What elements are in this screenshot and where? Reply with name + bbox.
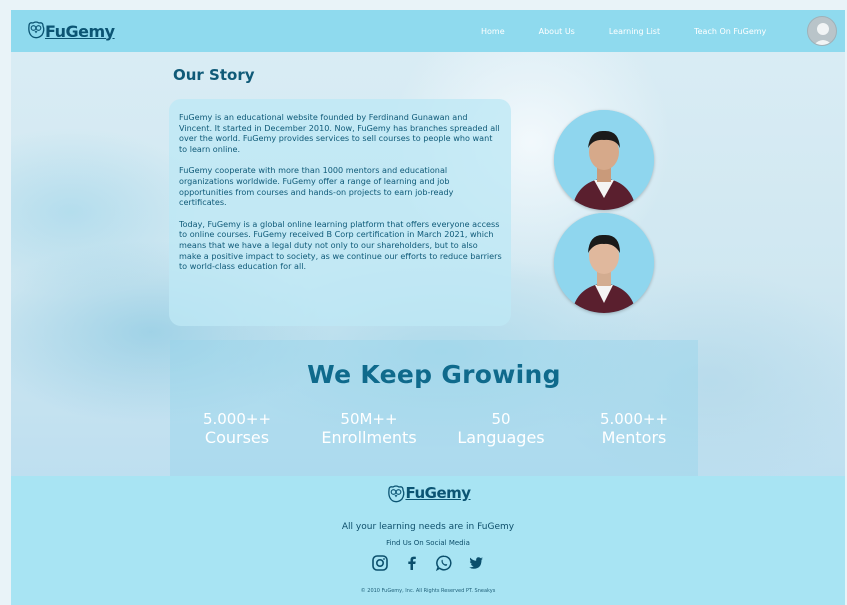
footer-tagline: All your learning needs are in FuGemy [341,522,515,532]
stat-value: 50M++ [340,410,398,428]
growing-title: We Keep Growing [307,360,561,389]
footer-social-heading: Find Us On Social Media [386,539,470,547]
owl-logo-icon [28,21,45,39]
navbar: FuGemy Home About Us Learning List Teach… [11,10,845,52]
founder-photo-2 [554,213,654,313]
facebook-icon[interactable] [403,554,421,572]
user-icon [813,23,833,45]
whatsapp-icon[interactable] [435,554,453,572]
stat-value: 5.000++ [599,410,669,428]
twitter-icon[interactable] [467,554,485,572]
footer-brand[interactable]: FuGemy [11,484,845,506]
stat-value: 50 [491,410,511,428]
instagram-icon[interactable] [371,554,389,572]
stat-label: Languages [457,428,545,447]
stat-label: Mentors [601,428,667,447]
story-card: FuGemy is an educational website founded… [169,99,511,326]
founder-photo-1 [554,110,654,210]
stat-enrollments: 50M++ Enrollments [304,410,434,448]
footer-copyright: © 2010 FuGemy, Inc. All Rights Reserved … [360,588,496,594]
story-paragraph-2: FuGemy cooperate with more than 1000 men… [179,165,454,208]
story-title: Our Story [173,66,255,84]
nav-link-teach[interactable]: Teach On FuGemy [694,27,766,36]
social-icons [11,554,845,572]
page: FuGemy Home About Us Learning List Teach… [0,0,847,605]
stat-label: Courses [204,428,270,447]
stat-courses: 5.000++ Courses [172,410,302,448]
story-paragraph-3: Today, FuGemy is a global online learnin… [179,218,502,272]
nav-links: Home About Us Learning List Teach On FuG… [481,10,800,52]
stat-languages: 50 Languages [436,410,566,448]
brand-name: FuGemy [45,21,115,41]
story-paragraph-1: FuGemy is an educational website founded… [179,112,500,154]
nav-link-home[interactable]: Home [481,27,505,36]
brand-logo[interactable]: FuGemy [25,10,115,52]
owl-logo-icon [388,485,405,503]
stat-mentors: 5.000++ Mentors [569,410,699,448]
user-avatar[interactable] [807,16,837,46]
nav-link-about-us[interactable]: About Us [539,27,575,36]
footer: FuGemy All your learning needs are in Fu… [11,476,845,605]
footer-brand-name: FuGemy [405,484,471,502]
stat-value: 5.000++ [202,410,272,428]
nav-link-learning-list[interactable]: Learning List [609,27,660,36]
stat-label: Enrollments [321,428,417,447]
